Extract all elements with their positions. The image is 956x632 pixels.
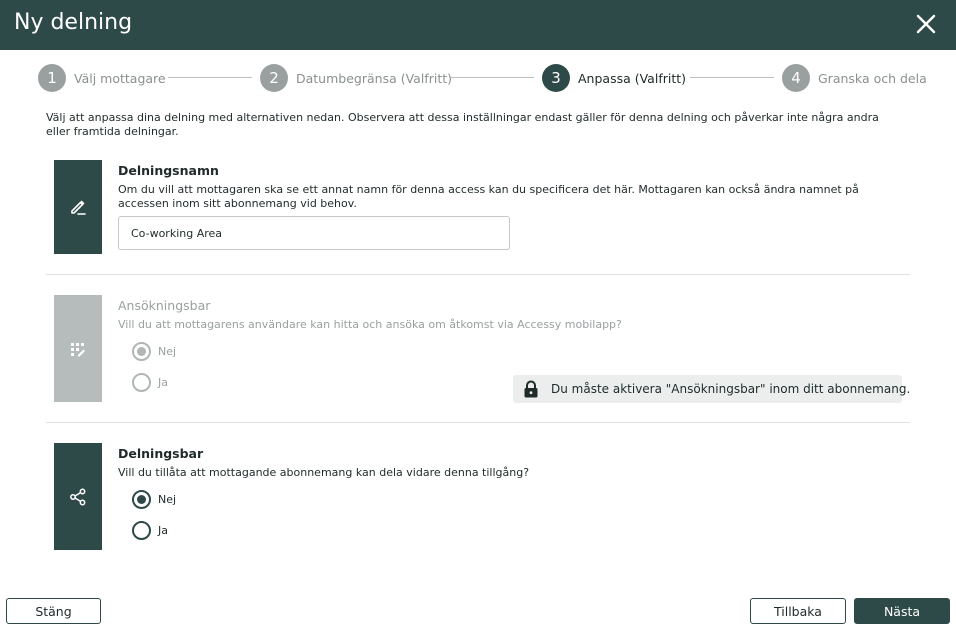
radio-label: Nej [158, 493, 177, 506]
step-connector [168, 77, 252, 78]
section-body: Delningsnamn Om du vill att mottagaren s… [118, 160, 908, 254]
section-title: Delningsbar [118, 446, 204, 461]
applicable-radio-yes[interactable]: Ja [132, 373, 168, 392]
step-number: 3 [542, 64, 570, 92]
section-body: Delningsbar Vill du tillåta att mottagan… [118, 443, 908, 550]
lock-icon [524, 380, 538, 398]
step-number: 4 [782, 64, 810, 92]
applicable-radio-no[interactable]: Nej [132, 342, 176, 361]
dialog-header: Ny delning [0, 0, 956, 50]
radio-label: Nej [158, 345, 177, 358]
close-icon [916, 14, 936, 34]
radio-button[interactable] [132, 521, 151, 540]
application-icon [71, 342, 85, 356]
section-icon-bar [54, 443, 102, 550]
section-title: Ansökningsbar [118, 298, 211, 313]
close-button[interactable] [912, 10, 940, 38]
shareable-radio-no[interactable]: Nej [132, 490, 176, 509]
section-title: Delningsnamn [118, 163, 219, 178]
step-2[interactable]: 2 Datumbegränsa (Valfritt) [260, 63, 452, 93]
stepper: 1 Välj mottagare 2 Datumbegränsa (Valfri… [38, 63, 927, 93]
dialog-title: Ny delning [14, 10, 133, 35]
step-1[interactable]: 1 Välj mottagare [38, 63, 166, 93]
subscription-notice: Du måste aktivera "Ansökningsbar" inom d… [513, 375, 910, 403]
step-connector [451, 77, 534, 78]
edit-pen-icon [71, 200, 86, 215]
next-button[interactable]: Nästa [854, 598, 950, 624]
radio-dot [137, 347, 146, 356]
shareable-radio-yes[interactable]: Ja [132, 521, 168, 540]
shareable-section: Delningsbar Vill du tillåta att mottagan… [54, 443, 910, 550]
step-label: Välj mottagare [74, 70, 166, 86]
radio-button[interactable] [132, 342, 151, 361]
step-label: Datumbegränsa (Valfritt) [296, 70, 452, 86]
step-number: 2 [260, 64, 288, 92]
step-3[interactable]: 3 Anpassa (Valfritt) [542, 63, 686, 93]
section-divider [46, 422, 910, 423]
step-connector [690, 77, 774, 78]
share-name-section: Delningsnamn Om du vill att mottagaren s… [54, 160, 910, 254]
share-name-input[interactable] [118, 216, 510, 250]
radio-label: Ja [158, 524, 168, 537]
step-number: 1 [38, 64, 66, 92]
intro-text: Välj att anpassa dina delning med altern… [46, 111, 879, 138]
section-icon-bar [54, 295, 102, 402]
section-icon-bar [54, 160, 102, 254]
section-description: Vill du tillåta att mottagande abonneman… [118, 466, 530, 479]
step-label: Granska och dela [818, 70, 927, 86]
step-4[interactable]: 4 Granska och dela [782, 63, 927, 93]
close-dialog-button[interactable]: Stäng [6, 598, 101, 624]
back-button[interactable]: Tillbaka [750, 598, 846, 624]
notice-text: Du måste aktivera "Ansökningsbar" inom d… [551, 382, 911, 396]
section-description: Vill du att mottagarens användare kan hi… [118, 318, 622, 331]
radio-dot [137, 495, 146, 504]
section-divider [46, 274, 910, 275]
radio-label: Ja [158, 376, 168, 389]
share-icon [70, 488, 86, 505]
section-description: Om du vill att mottagaren ska se ett ann… [118, 183, 859, 210]
radio-button[interactable] [132, 373, 151, 392]
radio-button[interactable] [132, 490, 151, 509]
step-label: Anpassa (Valfritt) [578, 70, 687, 86]
